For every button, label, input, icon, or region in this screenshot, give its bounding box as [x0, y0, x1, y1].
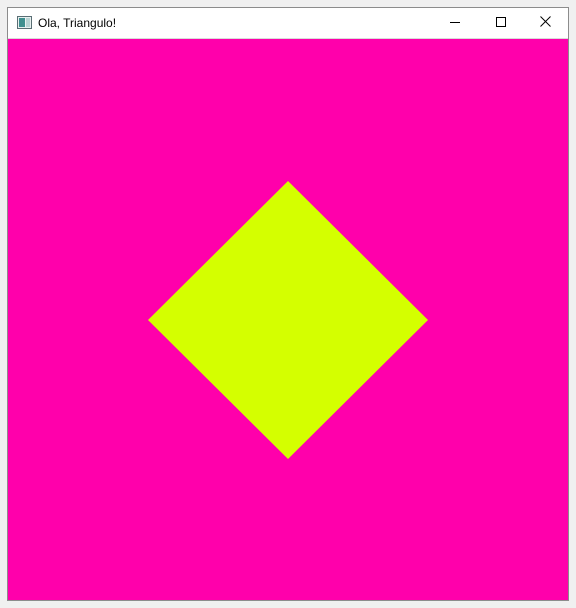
maximize-button[interactable] [478, 8, 524, 38]
app-window: Ola, Triangulo! [7, 7, 569, 601]
close-button[interactable] [522, 8, 568, 38]
close-icon [539, 14, 551, 32]
minimize-icon [450, 14, 460, 32]
render-canvas[interactable] [8, 39, 568, 600]
window-title: Ola, Triangulo! [38, 16, 117, 30]
app-window-icon [17, 16, 32, 29]
minimize-button[interactable] [432, 8, 478, 38]
maximize-icon [496, 14, 506, 32]
title-bar[interactable]: Ola, Triangulo! [8, 8, 568, 39]
